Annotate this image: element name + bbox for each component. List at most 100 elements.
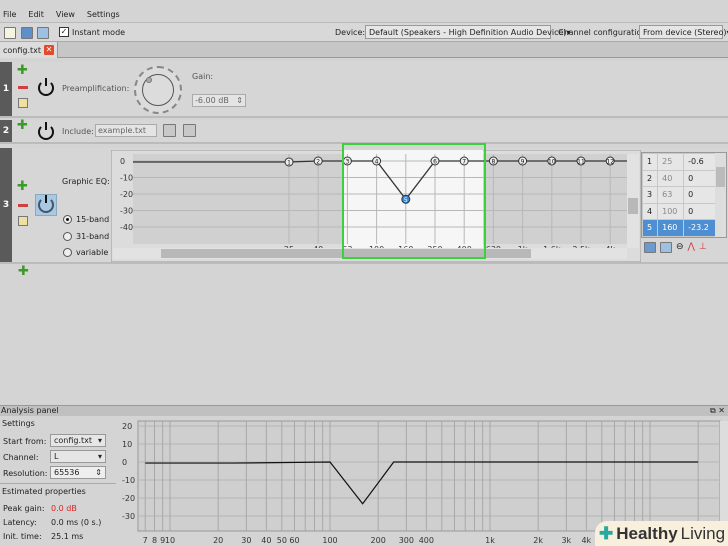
menu-view[interactable]: View <box>56 10 75 19</box>
band-gain[interactable]: 0 <box>683 169 716 187</box>
new-file-icon[interactable] <box>4 27 16 39</box>
add-filter-icon[interactable]: ✚ <box>18 265 29 278</box>
peak-gain-label: Peak gain: <box>3 503 45 513</box>
edit-icon[interactable] <box>18 98 28 108</box>
menu-edit[interactable]: Edit <box>28 10 44 19</box>
analysis-x-tick: 7 <box>143 536 148 545</box>
band-gain[interactable]: 0 <box>683 186 716 204</box>
band-table-row[interactable]: 1 25 -0.6 <box>642 153 716 171</box>
power-icon[interactable] <box>38 78 54 96</box>
channel-select[interactable]: L ▾ <box>50 450 106 463</box>
table-scrollbar[interactable] <box>715 153 726 237</box>
radio-icon[interactable] <box>63 248 72 257</box>
save-as-icon[interactable] <box>37 27 49 39</box>
device-select[interactable]: Default (Speakers - High Definition Audi… <box>365 25 571 39</box>
watermark-logo: ✚ Healthy Living <box>595 521 728 546</box>
start-from-value: config.txt <box>54 436 93 445</box>
band-gain[interactable]: 0 <box>683 202 716 220</box>
analysis-x-tick: 60 <box>289 536 299 545</box>
init-time-value: 25.1 ms <box>51 531 84 541</box>
gain-value: -6.00 dB <box>195 96 229 105</box>
open-file-icon[interactable] <box>163 124 176 137</box>
radio-label: 31-band <box>76 232 110 241</box>
import-icon[interactable] <box>660 242 672 253</box>
channel-config-label: Channel configuration: <box>558 28 650 37</box>
analysis-x-tick: 100 <box>322 536 337 545</box>
float-close-icon[interactable]: ⧉ ✕ <box>710 406 725 416</box>
band-index[interactable]: 5 <box>642 219 659 237</box>
radio-15-band[interactable]: 15-band <box>63 215 109 224</box>
instant-mode-checkbox[interactable]: ✓ Instant mode <box>59 27 125 37</box>
tab-label: config.txt <box>3 45 42 55</box>
channel-config-select[interactable]: From device (Stereo)▾ <box>639 25 728 39</box>
band-gain[interactable]: -0.6 <box>683 153 716 171</box>
dropdown-arrow-icon: ▾ <box>97 452 102 461</box>
resolution-spinbox[interactable]: 65536 ⇕ <box>50 466 106 479</box>
edit-icon[interactable] <box>18 216 28 226</box>
eq-y-tick: -30 <box>120 207 133 216</box>
radio-label: variable <box>76 248 109 257</box>
save-icon[interactable] <box>21 27 33 39</box>
analysis-x-tick: 10 <box>165 536 175 545</box>
band-index[interactable]: 1 <box>642 153 659 171</box>
band-freq[interactable]: 63 <box>657 186 685 204</box>
analysis-x-tick: 300 <box>399 536 414 545</box>
radio-icon[interactable] <box>63 232 72 241</box>
analysis-v-scrollbar[interactable] <box>720 421 728 531</box>
analysis-x-tick: 8 <box>152 536 157 545</box>
invert-icon[interactable]: ⊖ <box>676 242 684 253</box>
gain-spinbox[interactable]: -6.00 dB ⇕ <box>192 94 246 107</box>
include-file-input[interactable]: example.txt <box>95 124 157 137</box>
remove-icon[interactable] <box>18 204 28 207</box>
band-table[interactable]: 1 25 -0.6 2 40 0 3 63 0 4 100 0 5 160 -23.2 <box>641 152 727 238</box>
radio-icon[interactable] <box>63 215 72 224</box>
close-icon[interactable]: ✕ <box>44 45 55 55</box>
band-table-row[interactable]: 5 160 -23.2 <box>642 219 716 237</box>
add-icon[interactable]: ✚ <box>17 180 28 193</box>
normalize-icon[interactable]: ⋀ <box>688 242 695 253</box>
band-freq[interactable]: 40 <box>657 169 685 187</box>
eq-band-number: 1 <box>287 159 291 166</box>
band-table-row[interactable]: 2 40 0 <box>642 169 716 187</box>
band-index[interactable]: 3 <box>642 186 659 204</box>
eq-band-number: 2 <box>316 159 320 166</box>
add-icon[interactable]: ✚ <box>17 64 28 77</box>
band-freq[interactable]: 100 <box>657 202 685 220</box>
band-index[interactable]: 4 <box>642 202 659 220</box>
save-icon[interactable] <box>644 242 656 253</box>
eq-band-number: 12 <box>606 159 614 166</box>
eq-v-scroll-thumb[interactable] <box>628 198 638 214</box>
menu-settings[interactable]: Settings <box>87 10 120 19</box>
spin-icon[interactable]: ⇕ <box>236 96 243 105</box>
filter-row-preamp: 1 ✚ Preamplification: Gain: -6.00 dB ⇕ <box>0 62 728 118</box>
menu-file[interactable]: File <box>3 10 16 19</box>
reset-icon[interactable]: ⊥ <box>699 242 707 253</box>
power-toggle[interactable] <box>35 194 57 216</box>
tab-config[interactable]: config.txt ✕ <box>0 42 59 58</box>
start-from-select[interactable]: config.txt ▾ <box>50 434 106 447</box>
band-freq[interactable]: 160 <box>657 219 685 237</box>
dropdown-arrow-icon: ▾ <box>97 436 102 445</box>
power-icon[interactable] <box>38 122 54 140</box>
latency-label: Latency: <box>3 517 37 527</box>
analysis-x-tick: 50 <box>277 536 287 545</box>
spin-icon[interactable]: ⇕ <box>95 468 102 477</box>
gain-knob[interactable] <box>134 66 182 114</box>
remove-icon[interactable] <box>18 86 28 89</box>
band-gain[interactable]: -23.2 <box>683 219 716 237</box>
band-freq[interactable]: 25 <box>657 153 685 171</box>
radio-variable[interactable]: variable <box>63 248 108 257</box>
analysis-x-tick: 30 <box>241 536 251 545</box>
analysis-settings: Settings Start from: config.txt ▾ Channel… <box>0 417 116 546</box>
checkbox-icon[interactable]: ✓ <box>59 27 69 37</box>
add-icon[interactable]: ✚ <box>17 119 28 132</box>
radio-31-band[interactable]: 31-band <box>63 232 109 241</box>
open-include-icon[interactable] <box>183 124 196 137</box>
power-icon[interactable] <box>38 195 54 213</box>
analysis-x-tick: 3k <box>561 536 571 545</box>
band-index[interactable]: 2 <box>642 169 659 187</box>
analysis-y-tick: -20 <box>122 494 135 503</box>
band-table-row[interactable]: 4 100 0 <box>642 202 716 220</box>
band-table-row[interactable]: 3 63 0 <box>642 186 716 204</box>
eq-band-number: 10 <box>548 159 556 166</box>
